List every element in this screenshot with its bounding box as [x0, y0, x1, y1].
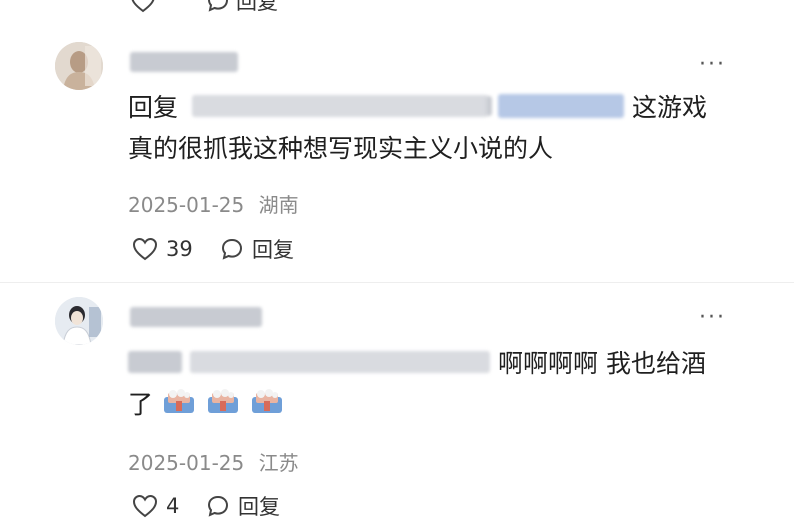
- avatar[interactable]: [55, 297, 103, 345]
- reply-label[interactable]: 回复: [236, 0, 278, 16]
- like-count: 39: [166, 237, 193, 261]
- comment-location: 江苏: [258, 451, 299, 475]
- more-dots-icon[interactable]: ···: [699, 307, 726, 329]
- like-count: 4: [166, 494, 180, 518]
- comment-date: 2025-01-25: [128, 193, 245, 217]
- speech-bubble-icon[interactable]: [220, 237, 244, 261]
- comment-meta: 2025-01-25 湖南: [128, 189, 299, 218]
- comment-divider: [0, 282, 794, 283]
- comment-text-line-2: 了: [128, 382, 285, 429]
- comment-text-line-2: 真的很抓我这种想写现实主义小说的人: [128, 134, 554, 163]
- comment-actions: 4 回复: [132, 491, 280, 521]
- text-prefix: 了: [128, 390, 154, 419]
- beer-mug-emoji-icon: [249, 384, 285, 429]
- comment-text-line-1: 回复: [128, 85, 178, 130]
- comment-location: 湖南: [258, 193, 299, 217]
- beer-mug-emoji-icon: [205, 384, 241, 429]
- reply-button[interactable]: 回复: [238, 491, 280, 521]
- heart-outline-icon[interactable]: [130, 0, 156, 13]
- heart-outline-icon[interactable]: [132, 494, 158, 518]
- comment-actions: 39 回复: [132, 234, 294, 264]
- comment-date: 2025-01-25: [128, 451, 245, 475]
- avatar[interactable]: [55, 42, 103, 90]
- comment-text-line-1-suffix: 啊啊啊啊 我也给酒: [498, 349, 706, 378]
- previous-comment-actions: 回复: [130, 0, 278, 16]
- reply-button[interactable]: 回复: [252, 234, 294, 264]
- comment-text-line-1-suffix: 这游戏: [632, 93, 708, 122]
- more-dots-icon[interactable]: ···: [699, 54, 726, 76]
- reply-prefix: 回复: [128, 93, 179, 122]
- avatar-image-icon: [55, 42, 103, 90]
- beer-mug-emoji-icon: [161, 384, 197, 429]
- speech-bubble-icon[interactable]: [206, 494, 230, 518]
- avatar-image-icon: [55, 297, 103, 345]
- heart-outline-icon[interactable]: [132, 237, 158, 261]
- comment-meta: 2025-01-25 江苏: [128, 447, 299, 476]
- speech-bubble-icon[interactable]: [206, 0, 230, 13]
